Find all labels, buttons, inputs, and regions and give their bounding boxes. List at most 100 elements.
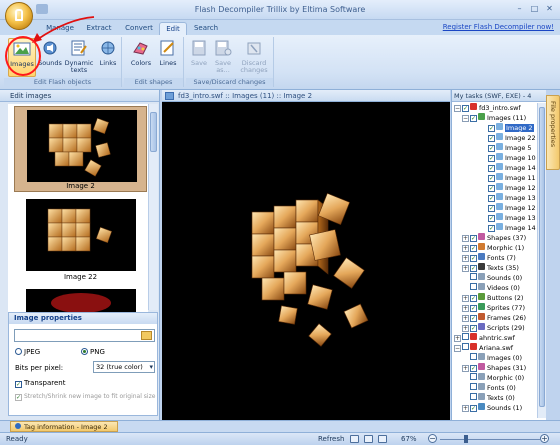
format-jpeg-radio[interactable]: JPEG (15, 348, 40, 356)
tree-node-folder[interactable]: + ✓ Scripts (29) (462, 323, 525, 333)
thumbnail-image (26, 289, 136, 314)
edit-images-panel: Edit images Image 2 Image 22 Image prope… (0, 90, 160, 420)
thumbnail-graphic (51, 293, 111, 313)
tree-node-image[interactable]: ✓ Image 13 (488, 193, 536, 203)
tree-node-image[interactable]: ✓ Image 12 (488, 183, 536, 193)
zoom-in-button[interactable]: + (540, 434, 549, 443)
tree-node-image[interactable]: ✓ Image 12 (488, 203, 536, 213)
pan-hand-icon[interactable] (364, 435, 373, 443)
discard-changes-label: Discard changes (240, 59, 268, 74)
refresh-button[interactable]: Refresh (318, 433, 344, 445)
thumbnail-image (26, 199, 136, 271)
thumbnail-card[interactable] (14, 286, 147, 314)
window-controls: – □ ✕ (513, 3, 556, 15)
tree-node-swf[interactable]: − ✓ fd3_intro.swf (454, 103, 521, 113)
tree-node-folder[interactable]: + ✓ Frames (26) (462, 313, 526, 323)
register-link[interactable]: Register Flash Decompiler now! (443, 23, 554, 31)
links-icon (101, 41, 115, 55)
maximize-icon[interactable]: □ (528, 3, 541, 15)
bits-per-pixel-label: Bits per pixel: (15, 364, 64, 372)
tree-node-folder[interactable]: + ✓ Fonts (7) (462, 253, 516, 263)
tag-information-label: Tag information - Image 2 (24, 423, 108, 431)
zoom-slider-thumb[interactable] (464, 435, 468, 443)
tree-node-folder[interactable]: + ✓ Texts (35) (462, 263, 519, 273)
thumbnail-list[interactable]: Image 2 Image 22 (8, 104, 148, 314)
zoom-tool-icon[interactable] (378, 435, 387, 443)
dynamic-texts-label: Dynamic texts (64, 59, 94, 74)
group-save-discard: Save Save as... Discard changes Save/Dis… (186, 37, 274, 87)
save-button[interactable]: Save (188, 38, 210, 77)
tree-node-image[interactable]: ✓ Image 22 (488, 133, 536, 143)
radio-icon (15, 348, 22, 355)
my-tasks-title: My tasks (SWF, EXE) - 4 (452, 90, 546, 102)
tab-convert[interactable]: Convert (122, 22, 156, 35)
tree-node-image[interactable]: ✓ Image 13 (488, 213, 536, 223)
tree-node-folder[interactable]: Fonts (0) (470, 383, 516, 393)
browse-folder-icon[interactable] (141, 331, 152, 340)
thumbnail-caption: Image 22 (63, 273, 98, 281)
tree-node-folder[interactable]: + ✓ Buttons (2) (462, 293, 523, 303)
links-label: Links (99, 59, 117, 67)
discard-icon (247, 42, 261, 55)
file-properties-tab[interactable]: File properties (546, 95, 560, 170)
tree-node-image[interactable]: ✓ Image 14 (488, 163, 536, 173)
tree-node-folder[interactable]: + ✓ Morphic (1) (462, 243, 524, 253)
checkbox-checked-icon: ✓ (15, 394, 22, 401)
tree-node-image[interactable]: ✓ Image 10 (488, 153, 536, 163)
info-icon (15, 423, 21, 429)
minimize-icon[interactable]: – (513, 3, 526, 15)
colors-label: Colors (130, 59, 152, 67)
tree-node-image[interactable]: ✓ Image 5 (488, 143, 532, 153)
tree-node-folder[interactable]: Texts (0) (470, 393, 515, 403)
bits-per-pixel-select[interactable]: 32 (true color) (93, 361, 155, 373)
tab-search[interactable]: Search (191, 22, 221, 35)
tree-node-folder[interactable]: − ✓ Images (11) (462, 113, 526, 123)
zoom-slider[interactable] (440, 439, 540, 440)
tree-node-image[interactable]: ✓ Image 11 (488, 173, 536, 183)
fit-view-icon[interactable] (350, 435, 359, 443)
tree-node-swf[interactable]: + ahntric.swf (454, 333, 515, 343)
task-tree: − ✓ fd3_intro.swf − ✓ Images (11) ✓ Image 2 ✓… (452, 103, 537, 418)
cubes-thumbnail-graphic (47, 208, 113, 252)
links-button[interactable]: Links (96, 38, 120, 77)
zoom-out-button[interactable]: − (428, 434, 437, 443)
tag-information-tab[interactable]: Tag information - Image 2 (10, 421, 118, 432)
thumbnail-scrollbar[interactable] (148, 104, 158, 310)
task-tree-scrollbar[interactable] (537, 103, 546, 418)
transparent-checkbox[interactable]: ✓ Transparent (15, 379, 65, 388)
tree-node-image-selected[interactable]: ✓ Image 2 (488, 123, 534, 133)
tree-node-folder[interactable]: + ✓ Shapes (31) (462, 363, 526, 373)
close-icon[interactable]: ✕ (543, 3, 556, 15)
app-menu-button[interactable] (5, 2, 33, 30)
scrollbar-thumb[interactable] (150, 112, 157, 152)
format-jpeg-label: JPEG (24, 348, 41, 356)
save-as-button[interactable]: Save as... (212, 38, 234, 77)
discard-changes-button[interactable]: Discard changes (236, 38, 272, 77)
thumbnail-card[interactable]: Image 22 (14, 196, 147, 282)
tree-node-folder[interactable]: + ✓ Shapes (37) (462, 233, 526, 243)
format-png-radio[interactable]: PNG (81, 348, 105, 356)
thumbnail-card-selected[interactable]: Image 2 (14, 106, 147, 192)
image-preview-canvas[interactable] (162, 102, 450, 420)
stretch-checkbox[interactable]: ✓ Stretch/Shrink new image to fit origina… (15, 393, 155, 401)
window-title: Flash Decompiler Trillix by Eltima Softw… (194, 5, 366, 14)
tree-node-folder[interactable]: Images (0) (470, 353, 522, 363)
zoom-level: 67% (401, 435, 417, 443)
file-properties-label: File properties (549, 101, 557, 148)
tree-node-image[interactable]: ✓ Image 14 (488, 223, 536, 233)
group-edit-shapes: Colors Lines Edit shapes (124, 37, 184, 87)
tree-node-folder[interactable]: + ✓ Sounds (1) (462, 403, 522, 413)
lines-button[interactable]: Lines (156, 38, 180, 77)
tree-node-folder[interactable]: Sounds (0) (470, 273, 522, 283)
colors-button[interactable]: Colors (128, 38, 154, 77)
tab-edit[interactable]: Edit (159, 22, 187, 35)
tree-node-folder[interactable]: + ✓ Sprites (77) (462, 303, 525, 313)
image-file-input[interactable] (14, 329, 155, 342)
edit-images-title: Edit images (0, 90, 159, 102)
scrollbar-thumb[interactable] (539, 107, 545, 407)
status-bar: Ready Refresh 67% − + (0, 432, 560, 445)
image-document-icon (165, 92, 174, 100)
tree-node-folder[interactable]: Videos (0) (470, 283, 520, 293)
tree-node-folder[interactable]: Morphic (0) (470, 373, 524, 383)
tree-node-swf[interactable]: − Ariana.swf (454, 343, 513, 353)
